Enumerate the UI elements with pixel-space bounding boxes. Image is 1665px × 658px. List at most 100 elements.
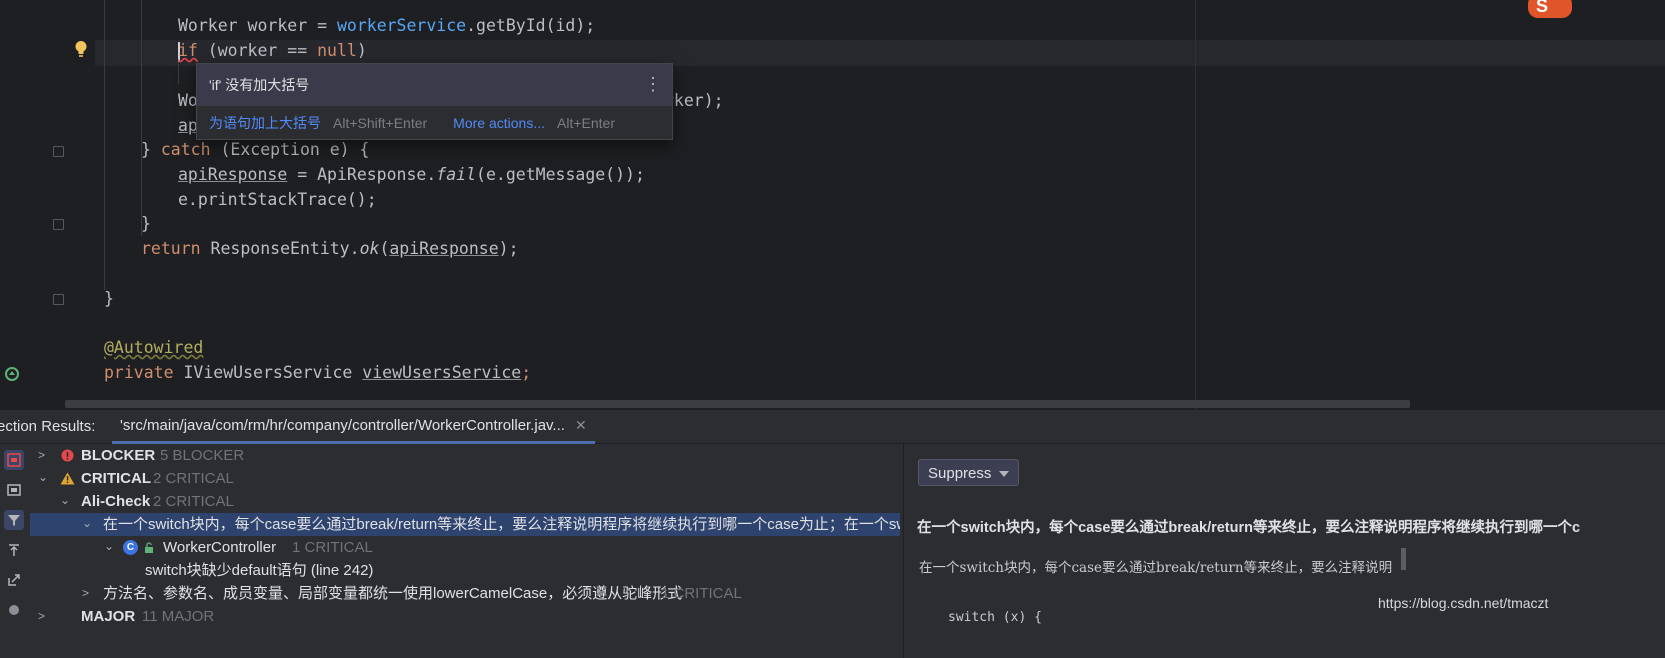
group-by-directory-button[interactable] (4, 480, 24, 500)
settings-button[interactable] (4, 600, 24, 620)
rule-label: 方法名、参数名、成员变量、局部变量都统一使用lowerCamelCase，必须遵… (103, 585, 683, 602)
suppress-dropdown[interactable]: Suppress (918, 459, 1019, 486)
code-token: workerService (336, 16, 467, 35)
tree-node-major[interactable]: > MAJOR 11 MAJOR (30, 605, 900, 628)
severity-label: BLOCKER (81, 447, 156, 464)
class-label: WorkerController (163, 539, 277, 556)
code-line[interactable]: } catch (Exception e) { (141, 137, 370, 163)
code-token: ) (356, 41, 367, 60)
code-token: null (317, 41, 357, 60)
group-by-severity-button[interactable] (4, 450, 24, 470)
code-token: catch (160, 140, 211, 159)
fold-marker[interactable] (53, 219, 64, 230)
tree-node-rule-switch[interactable]: ⌄ 在一个switch块内，每个case要么通过break/return等来终止… (30, 513, 900, 536)
horizontal-scrollbar[interactable] (65, 400, 1410, 408)
panel-tab-bar: ection Results: 'src/main/java/com/rm/hr… (0, 410, 1665, 444)
class-icon: C (123, 540, 138, 555)
chevron-down-icon[interactable]: ⌄ (104, 540, 114, 552)
export-icon (8, 574, 20, 586)
tab-inspection-file[interactable]: 'src/main/java/com/rm/hr/company/control… (112, 410, 595, 444)
chevron-right-icon[interactable]: > (38, 610, 48, 622)
code-line[interactable]: Worker worker = workerService.getById(id… (178, 13, 595, 39)
lightbulb-icon[interactable] (74, 40, 88, 58)
lock-open-icon (145, 542, 153, 553)
code-line[interactable]: ap (178, 113, 198, 139)
folder-group-icon (7, 484, 21, 496)
code-line[interactable]: @Autowired (104, 335, 203, 361)
inspection-toolbar (0, 444, 28, 658)
code-token: ( (379, 239, 390, 258)
warning-icon (60, 472, 75, 485)
code-token: } (141, 140, 161, 159)
more-actions-link[interactable]: More actions... (453, 115, 545, 131)
code-token: ; (521, 363, 532, 382)
detail-title: 在一个switch块内，每个case要么通过break/return等来终止，要… (917, 520, 1581, 536)
group-label: Ali-Check (81, 493, 151, 510)
expand-all-button[interactable] (4, 540, 24, 560)
code-line[interactable]: apiResponse = ApiResponse.fail(e.getMess… (178, 162, 645, 188)
problem-detail-pane: Suppress 在一个switch块内，每个case要么通过break/ret… (903, 444, 1665, 658)
text-cursor (1401, 548, 1406, 570)
chevron-down-icon[interactable]: ⌄ (60, 494, 70, 506)
code-line[interactable]: private IViewUsersService viewUsersServi… (104, 360, 531, 386)
inspection-results-panel: ection Results: 'src/main/java/com/rm/hr… (0, 410, 1665, 658)
tree-node-blocker[interactable]: > BLOCKER 5 BLOCKER (30, 444, 900, 467)
chevron-right-icon[interactable]: > (82, 587, 92, 599)
bean-navigate-icon[interactable] (4, 366, 20, 382)
tree-node-rule-camelcase[interactable]: > 方法名、参数名、成员变量、局部变量都统一使用lowerCamelCase，必… (30, 582, 900, 605)
group-icon (7, 453, 21, 467)
tree-node-problem[interactable]: switch块缺少default语句 (line 242) (30, 559, 900, 582)
chevron-down-icon (999, 471, 1009, 477)
indent-guide (141, 0, 142, 236)
code-line[interactable]: } (104, 286, 114, 312)
rule-label: 在一个switch块内，每个case要么通过break/return等来终止，要… (103, 516, 900, 533)
fold-marker[interactable] (53, 146, 64, 157)
popup-actions: 为语句加上大括号 Alt+Shift+Enter More actions...… (197, 106, 672, 139)
export-button[interactable] (4, 570, 24, 590)
gear-icon (9, 605, 19, 615)
tree-node-class[interactable]: ⌄ C WorkerController 1 CRITICAL (30, 536, 900, 559)
code-token: apiResponse (178, 165, 288, 184)
code-token: apiResponse (389, 239, 499, 258)
blocker-icon (61, 449, 74, 462)
intention-popup: 'if' 没有加大括号 ⋮ 为语句加上大括号 Alt+Shift+Enter M… (196, 63, 673, 140)
code-token: return (141, 239, 201, 258)
chevron-down-icon[interactable]: ⌄ (38, 471, 48, 483)
tree-node-ali-check[interactable]: ⌄ Ali-Check 2 CRITICAL (30, 490, 900, 513)
code-token: ok (359, 239, 380, 258)
code-line[interactable]: if (worker == null) (178, 38, 367, 64)
code-token: if (178, 41, 198, 60)
chevron-right-icon[interactable]: > (38, 449, 48, 461)
inspection-tree[interactable]: > BLOCKER 5 BLOCKER ⌄ CRITICAL 2 CRITICA… (30, 444, 900, 658)
fold-marker[interactable] (53, 294, 64, 305)
right-margin-guide (1195, 0, 1196, 430)
add-braces-shortcut: Alt+Shift+Enter (333, 114, 428, 131)
detail-description: 在一个switch块内，每个case要么通过break/return等来终止，要… (919, 560, 1393, 576)
expand-icon (9, 544, 19, 556)
code-line[interactable]: return ResponseEntity.ok(apiResponse); (141, 236, 519, 262)
close-icon[interactable]: ✕ (575, 417, 587, 434)
more-options-icon[interactable]: ⋮ (644, 74, 662, 94)
severity-count: 5 BLOCKER (160, 447, 245, 464)
code-line[interactable]: } (141, 211, 151, 237)
code-token: viewUsersService (362, 363, 522, 382)
watermark-text: https://blog.csdn.net/tmaczt (1378, 595, 1549, 611)
severity-count: 2 CRITICAL (153, 470, 234, 487)
code-token: private (104, 363, 174, 382)
ime-logo: S (1528, 0, 1572, 18)
tree-node-critical[interactable]: ⌄ CRITICAL 2 CRITICAL (30, 467, 900, 490)
group-count: 2 CRITICAL (153, 493, 234, 510)
code-token: ); (498, 239, 519, 258)
code-line[interactable]: Wo (178, 88, 198, 114)
add-braces-action[interactable]: 为语句加上大括号 (209, 113, 321, 133)
code-editor[interactable]: Worker worker = workerService.getById(id… (0, 0, 1665, 430)
code-token: fail (436, 165, 477, 184)
indent-guide (104, 0, 105, 290)
problem-label: switch块缺少default语句 (line 242) (145, 562, 374, 579)
more-actions-shortcut: Alt+Enter (557, 114, 615, 131)
chevron-down-icon[interactable]: ⌄ (82, 517, 92, 529)
filter-button[interactable] (4, 510, 24, 530)
code-line[interactable]: e.printStackTrace(); (178, 187, 377, 213)
code-token: (Exception e) { (210, 140, 370, 159)
code-token: Worker worker = (178, 16, 337, 35)
